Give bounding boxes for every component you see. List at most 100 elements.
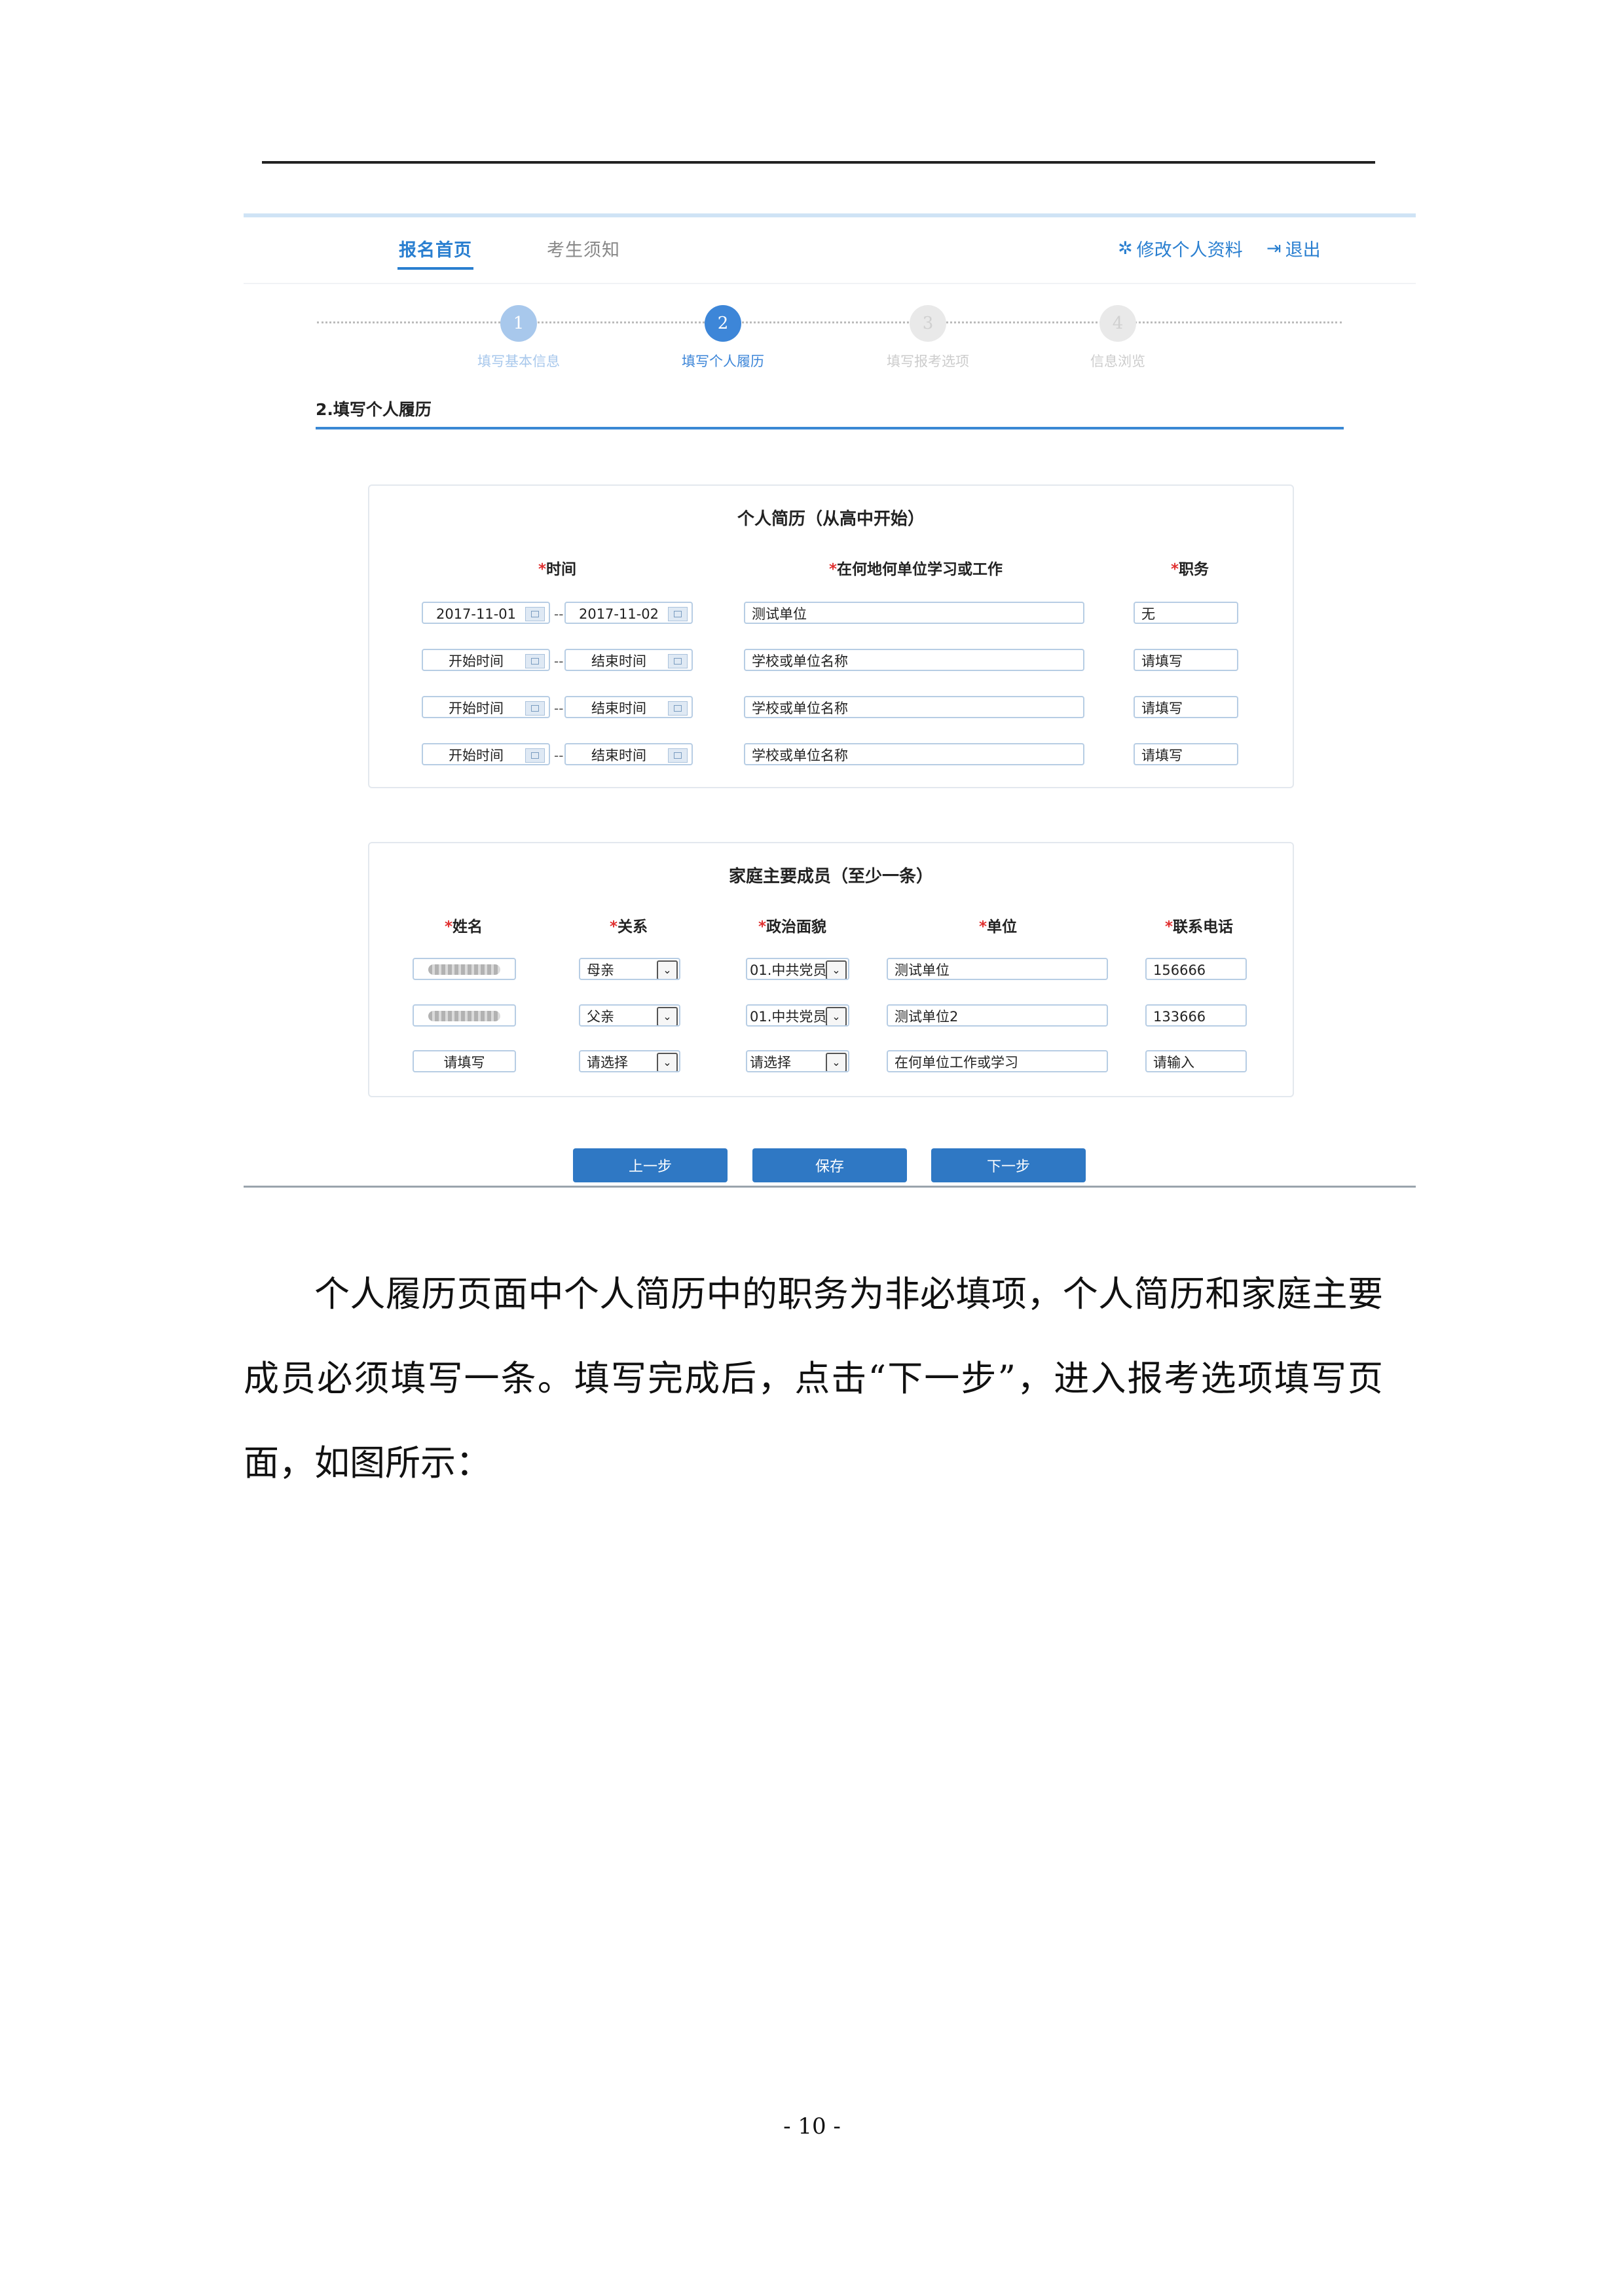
tab-registration-home-label: 报名首页 [399,240,472,261]
family-header-unit: *单位 [979,919,1018,936]
logout-link[interactable]: ⇥ 退出 [1266,236,1321,261]
body-paragraph: 个人履历页面中个人简历中的职务为非必填项，个人简历和家庭主要成员必须填写一条。填… [244,1273,1383,1484]
family-header-name: *姓名 [445,919,483,936]
end-date-input[interactable]: 结束时间 [564,696,693,718]
calendar-icon[interactable] [668,654,688,668]
family-header-phone: *联系电话 [1165,919,1234,936]
step-3-circle: 3 [910,305,946,342]
name-input[interactable] [413,958,516,980]
family-row: 母亲 ⌄ 01.中共党员 ⌄ 测试单位 156666 [369,956,1293,982]
politics-select[interactable]: 01.中共党员 ⌄ [746,958,849,980]
position-input[interactable]: 无 [1134,602,1238,624]
step-2-circle: 2 [705,305,741,342]
edit-profile-link[interactable]: ✲ 修改个人资料 [1118,236,1243,261]
politics-select[interactable]: 01.中共党员 ⌄ [746,1004,849,1027]
resume-row: 开始时间 -- 结束时间 学校或单位名称 请填写 [369,741,1293,767]
logout-icon: ⇥ [1266,238,1282,259]
family-header-politics: *政治面貌 [758,919,827,936]
calendar-icon[interactable] [668,701,688,716]
calendar-icon[interactable] [668,748,688,763]
family-row: 请填写 请选择 ⌄ 请选择 ⌄ 在何单位工作或学习 请输入 [369,1048,1293,1074]
step-exam-options: 3 填写报考选项 [843,305,1013,371]
chevron-down-icon[interactable]: ⌄ [657,960,678,979]
family-header-relation: *关系 [610,919,648,936]
end-date-input[interactable]: 结束时间 [564,743,693,765]
chevron-down-icon[interactable]: ⌄ [657,1053,678,1071]
next-step-button[interactable]: 下一步 [931,1148,1086,1182]
page-number: - 10 - [783,2113,841,2140]
calendar-icon[interactable] [668,607,688,621]
calendar-icon[interactable] [525,701,545,716]
phone-input[interactable]: 请输入 [1145,1050,1247,1072]
resume-header-time: *时间 [538,561,577,578]
phone-input[interactable]: 156666 [1145,958,1247,980]
position-input[interactable]: 请填写 [1134,696,1238,718]
phone-input[interactable]: 133666 [1145,1004,1247,1027]
politics-select[interactable]: 请选择 ⌄ [746,1050,849,1072]
chevron-down-icon[interactable]: ⌄ [657,1007,678,1025]
step-resume: 2 填写个人履历 [638,305,808,371]
step-4-circle: 4 [1099,305,1136,342]
resume-header-position: *职务 [1171,561,1209,578]
calendar-icon[interactable] [525,607,545,621]
family-row: 父亲 ⌄ 01.中共党员 ⌄ 测试单位2 133666 [369,1002,1293,1029]
family-unit-input[interactable]: 测试单位 [887,958,1108,980]
relation-select[interactable]: 母亲 ⌄ [579,958,680,980]
unit-input[interactable]: 测试单位 [744,602,1084,624]
resume-panel-title: 个人简历（从高中开始） [737,509,925,529]
redacted-name [428,1011,500,1021]
calendar-icon[interactable] [525,748,545,763]
resume-header-unit: *在何地何单位学习或工作 [829,561,1003,578]
family-unit-input[interactable]: 测试单位2 [887,1004,1108,1027]
relation-select[interactable]: 父亲 ⌄ [579,1004,680,1027]
chevron-down-icon[interactable]: ⌄ [826,1053,847,1071]
section-underline [316,427,1344,429]
position-input[interactable]: 请填写 [1134,649,1238,671]
gear-icon: ✲ [1118,238,1133,259]
family-panel-title: 家庭主要成员（至少一条） [728,867,933,886]
unit-input[interactable]: 学校或单位名称 [744,696,1084,718]
name-input[interactable] [413,1004,516,1027]
step-4-label: 信息浏览 [1090,354,1145,369]
date-range-separator: -- [554,748,564,763]
edit-profile-label: 修改个人资料 [1136,240,1243,261]
chevron-down-icon[interactable]: ⌄ [826,960,847,979]
tab-registration-home[interactable]: 报名首页 [397,236,473,270]
tab-candidate-notice[interactable]: 考生须知 [547,236,620,261]
end-date-input[interactable]: 结束时间 [564,649,693,671]
step-3-label: 填写报考选项 [887,354,969,369]
date-range-separator: -- [554,653,564,669]
family-unit-input[interactable]: 在何单位工作或学习 [887,1050,1108,1072]
previous-step-button[interactable]: 上一步 [573,1148,728,1182]
section-title: 2.填写个人履历 [316,400,432,419]
name-input[interactable]: 请填写 [413,1050,516,1072]
resume-row: 开始时间 -- 结束时间 学校或单位名称 请填写 [369,694,1293,720]
logout-label: 退出 [1285,240,1321,261]
step-basic-info: 1 填写基本信息 [434,305,604,371]
start-date-input[interactable]: 开始时间 [422,743,550,765]
resume-row: 开始时间 -- 结束时间 学校或单位名称 请填写 [369,647,1293,673]
start-date-input[interactable]: 开始时间 [422,649,550,671]
unit-input[interactable]: 学校或单位名称 [744,743,1084,765]
relation-select[interactable]: 请选择 ⌄ [579,1050,680,1072]
step-1-circle: 1 [500,305,537,342]
top-navigation: 报名首页 考生须知 ✲ 修改个人资料 ⇥ 退出 [244,217,1416,284]
position-input[interactable]: 请填写 [1134,743,1238,765]
start-date-input[interactable]: 2017-11-01 [422,602,550,624]
active-tab-underline [397,267,473,270]
date-range-separator: -- [554,606,564,622]
resume-panel: 个人简历（从高中开始） *时间 *在何地何单位学习或工作 *职务 2017-11… [368,484,1294,788]
redacted-name [428,964,500,975]
screenshot-bottom-border [244,1186,1416,1188]
unit-input[interactable]: 学校或单位名称 [744,649,1084,671]
family-panel: 家庭主要成员（至少一条） *姓名 *关系 *政治面貌 *单位 *联系电话 母亲 ⌄… [368,842,1294,1097]
date-range-separator: -- [554,701,564,716]
end-date-input[interactable]: 2017-11-02 [564,602,693,624]
calendar-icon[interactable] [525,654,545,668]
form-screenshot: 报名首页 考生须知 ✲ 修改个人资料 ⇥ 退出 1 填写基本信息 2 填写个人履… [244,213,1416,1188]
page-header-rule [262,161,1375,164]
chevron-down-icon[interactable]: ⌄ [826,1007,847,1025]
start-date-input[interactable]: 开始时间 [422,696,550,718]
save-button[interactable]: 保存 [752,1148,907,1182]
step-2-label: 填写个人履历 [682,354,764,369]
